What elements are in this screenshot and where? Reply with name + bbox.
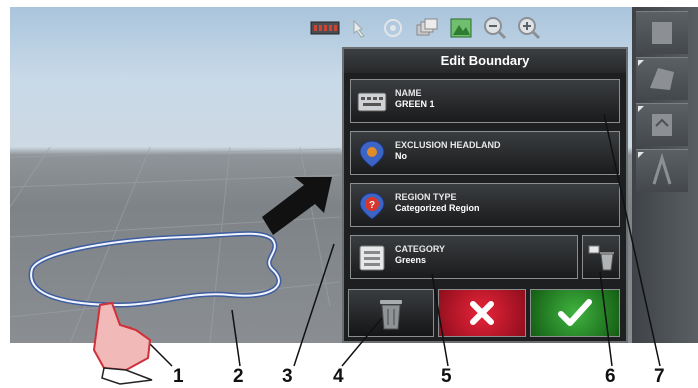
category-list-icon xyxy=(359,245,385,271)
delete-category-button[interactable] xyxy=(582,235,620,279)
category-value: Greens xyxy=(395,255,427,265)
panel-title: Edit Boundary xyxy=(344,49,626,73)
boundary-outline[interactable] xyxy=(10,7,340,343)
delete-boundary-button[interactable] xyxy=(348,289,434,337)
name-row[interactable]: NAME GREEN 1 xyxy=(350,79,620,123)
display-bar-icon[interactable] xyxy=(310,13,340,43)
callout-4: 4 xyxy=(333,366,344,387)
edit-boundary-panel: Edit Boundary NAME GREEN 1 EXCLUSION HEA… xyxy=(342,47,628,343)
keyboard-icon xyxy=(357,92,387,112)
zoom-out-icon[interactable] xyxy=(480,13,510,43)
pan-hand-icon[interactable] xyxy=(344,13,374,43)
sidebar-guidance-button[interactable] xyxy=(636,149,688,192)
sidebar-boundary-button[interactable] xyxy=(636,103,688,146)
cancel-button[interactable] xyxy=(438,289,526,337)
callout-1: 1 xyxy=(173,366,184,387)
layers-icon[interactable] xyxy=(412,13,442,43)
region-question-icon: ? xyxy=(359,192,385,220)
exclusion-headland-value: No xyxy=(395,151,407,161)
close-icon xyxy=(470,301,494,325)
callout-2: 2 xyxy=(233,366,244,387)
sidebar-map-button[interactable] xyxy=(636,11,688,54)
callout-3: 3 xyxy=(282,366,293,387)
name-value: GREEN 1 xyxy=(395,99,435,109)
exclusion-headland-label: EXCLUSION HEADLAND xyxy=(395,140,501,150)
terrain-view-icon[interactable] xyxy=(446,13,476,43)
category-label: CATEGORY xyxy=(395,244,446,254)
svg-text:?: ? xyxy=(369,200,375,211)
callout-7: 7 xyxy=(654,366,665,387)
right-sidebar xyxy=(632,7,698,343)
category-trash-icon xyxy=(588,245,614,271)
checkmark-icon xyxy=(558,299,592,326)
callout-5: 5 xyxy=(441,366,452,387)
callout-6: 6 xyxy=(605,366,616,387)
sidebar-field-button[interactable] xyxy=(636,57,688,100)
region-type-label: REGION TYPE xyxy=(395,192,457,202)
name-label: NAME xyxy=(395,88,422,98)
map-view[interactable]: Edit Boundary NAME GREEN 1 EXCLUSION HEA… xyxy=(10,7,698,343)
region-type-value: Categorized Region xyxy=(395,203,480,213)
region-type-row[interactable]: ? REGION TYPE Categorized Region xyxy=(350,183,620,227)
center-target-icon[interactable] xyxy=(378,13,408,43)
exclusion-headland-row[interactable]: EXCLUSION HEADLAND No xyxy=(350,131,620,175)
category-row[interactable]: CATEGORY Greens xyxy=(350,235,578,279)
zoom-in-icon[interactable] xyxy=(514,13,544,43)
trash-icon xyxy=(380,300,402,330)
map-toolbar xyxy=(310,13,544,45)
confirm-button[interactable] xyxy=(530,289,620,337)
headland-pin-icon xyxy=(359,140,385,168)
